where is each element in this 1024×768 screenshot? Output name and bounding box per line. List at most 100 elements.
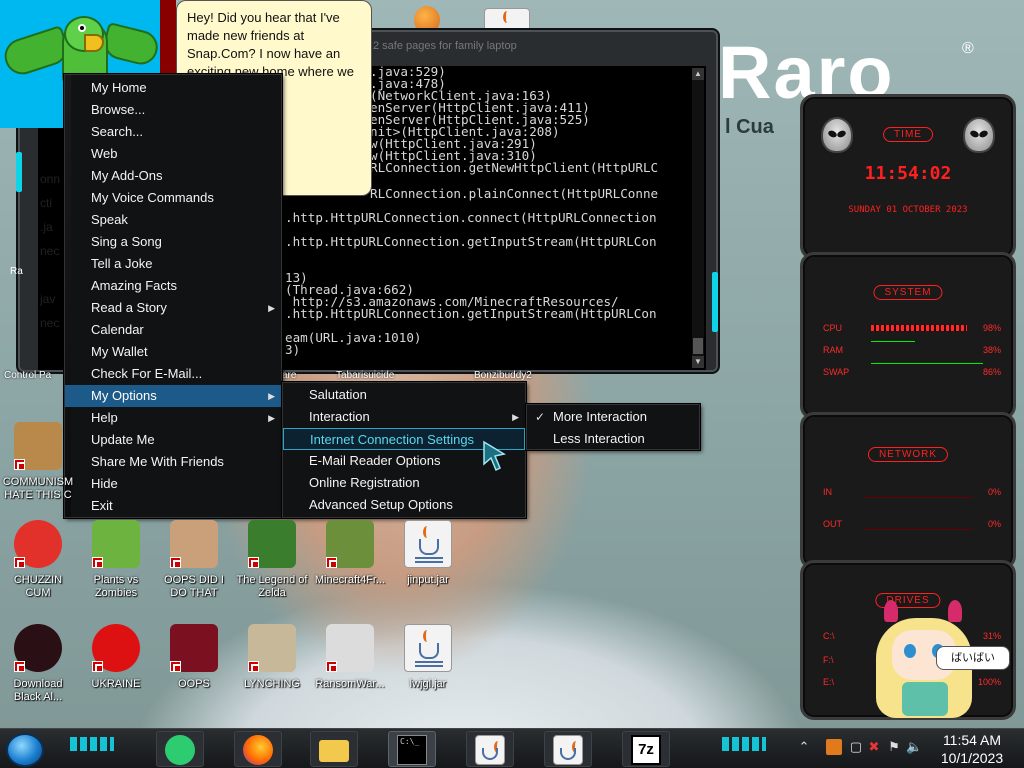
- desktop-icon[interactable]: RansomWar...: [312, 624, 388, 691]
- tray-app-icon[interactable]: ▢: [848, 739, 864, 755]
- desktop-icon[interactable]: Plants vs Zombies: [78, 520, 154, 600]
- menu-item-search[interactable]: Search...: [65, 121, 281, 143]
- menu-item-interaction[interactable]: Interaction ▶: [283, 406, 525, 428]
- show-hidden-icons-icon[interactable]: ⌃: [796, 739, 812, 755]
- desktop-icon-label: OOPS DID I DO THAT: [164, 574, 224, 599]
- green-app-icon[interactable]: [156, 731, 204, 767]
- bonzibuddy-label[interactable]: Bonzibuddy2: [474, 370, 532, 381]
- cpu-bar: [871, 325, 967, 331]
- net-out-value: 0%: [987, 519, 1001, 529]
- menu-item-label: Less Interaction: [553, 431, 645, 446]
- tabarisuicide-label[interactable]: Tabarisuicide: [336, 370, 394, 381]
- minecraft-icon: [326, 520, 374, 568]
- network-error-icon[interactable]: ✖: [866, 739, 882, 755]
- java-icon[interactable]: [544, 731, 592, 767]
- menu-item-label: Hide: [91, 476, 118, 491]
- submenu-arrow-icon: ▶: [268, 391, 275, 401]
- console-scrollbar[interactable]: ▲ ▼: [692, 68, 704, 368]
- menu-item-hide[interactable]: Hide: [65, 473, 281, 495]
- bg-fragment: cti: [40, 196, 52, 210]
- console-line: .http.HttpURLConnection.getInputStream(H…: [285, 306, 657, 321]
- desktop-icon[interactable]: jinput.jar: [390, 520, 466, 587]
- shortcut-arrow-icon: [248, 557, 259, 568]
- network-gadget[interactable]: NETWORK IN 0% OUT 0%: [800, 412, 1016, 570]
- system-gadget[interactable]: SYSTEM CPU 98% RAM 38% SWAP 86%: [800, 252, 1016, 420]
- menu-item-my-home[interactable]: My Home: [65, 77, 281, 99]
- drive-c-label: C:\: [823, 631, 835, 641]
- menu-item-share-me-with-friends[interactable]: Share Me With Friends: [65, 451, 281, 473]
- shortcut-arrow-icon: [14, 557, 25, 568]
- scroll-down-arrow-icon[interactable]: ▼: [692, 356, 704, 368]
- agent-context-menu[interactable]: My Home Browse... Search... Web My Add-Ons My…: [64, 74, 282, 518]
- file-explorer-icon[interactable]: [310, 731, 358, 767]
- desktop-icon[interactable]: Minecraft4Fr...: [312, 520, 388, 587]
- control-panel-label[interactable]: Control Pa: [4, 370, 51, 381]
- rope-icon: [248, 624, 296, 672]
- gadget-title: SYSTEM: [873, 285, 943, 300]
- desktop-icon[interactable]: OOPS DID I DO THAT: [156, 520, 232, 600]
- desktop-icon[interactable]: Download Black Al...: [0, 624, 76, 704]
- menu-item-more-interaction[interactable]: ✓ More Interaction: [527, 406, 699, 428]
- bg-fragment: nec: [40, 316, 60, 330]
- desktop-icon-label: Download Black Al...: [13, 678, 63, 703]
- menu-item-exit[interactable]: Exit: [65, 495, 281, 517]
- menu-item-label: My Options: [91, 388, 157, 403]
- menu-item-my-voice-commands[interactable]: My Voice Commands: [65, 187, 281, 209]
- net-out-label: OUT: [823, 519, 842, 529]
- shortcut-arrow-icon: [326, 661, 337, 672]
- taskbar-clock[interactable]: 11:54 AM 10/1/2023: [930, 729, 1014, 768]
- menu-item-browse[interactable]: Browse...: [65, 99, 281, 121]
- desktop-icon[interactable]: COMMUNISM HATE THIS C: [0, 422, 76, 502]
- menu-item-tell-a-joke[interactable]: Tell a Joke: [65, 253, 281, 275]
- menu-item-salutation[interactable]: Salutation: [283, 384, 525, 406]
- menu-item-label: Web: [91, 146, 118, 161]
- menu-item-sing-a-song[interactable]: Sing a Song: [65, 231, 281, 253]
- menu-item-advanced-setup-options[interactable]: Advanced Setup Options: [283, 494, 525, 516]
- menu-item-my-options[interactable]: My Options ▶: [65, 385, 281, 407]
- menu-item-less-interaction[interactable]: Less Interaction: [527, 428, 699, 450]
- oops-icon: [170, 624, 218, 672]
- desktop-icon-label: LYNCHING: [243, 678, 301, 690]
- ram-label: RAM: [823, 345, 843, 355]
- firefox-icon[interactable]: [234, 731, 282, 767]
- ram-graph: [871, 341, 915, 342]
- 7zip-icon[interactable]: 7z: [622, 731, 670, 767]
- clock-time: 11:54 AM: [942, 732, 1002, 748]
- desktop-icon[interactable]: UKRAINE: [78, 624, 154, 691]
- tray-app-icon[interactable]: [826, 739, 842, 755]
- zelda-icon: [248, 520, 296, 568]
- menu-item-calendar[interactable]: Calendar: [65, 319, 281, 341]
- java-icon[interactable]: [466, 731, 514, 767]
- menu-item-update-me[interactable]: Update Me: [65, 429, 281, 451]
- volume-icon[interactable]: 🔈: [906, 739, 922, 755]
- menu-item-speak[interactable]: Speak: [65, 209, 281, 231]
- menu-item-my-add-ons[interactable]: My Add-Ons: [65, 165, 281, 187]
- interaction-submenu[interactable]: ✓ More Interaction Less Interaction: [526, 404, 700, 450]
- taskbar[interactable]: C:\_ 7z ⌃ ▢ ✖ ⚑ 🔈 11:54 AM 10/1/2023: [0, 728, 1024, 768]
- menu-item-web[interactable]: Web: [65, 143, 281, 165]
- console-line: .http.HttpURLConnection.getInputStream(H…: [285, 234, 657, 249]
- desktop-icon-label: The Legend of Zelda: [236, 574, 308, 599]
- desktop-icon[interactable]: CHUZZIN CUM: [0, 520, 76, 600]
- desktop-icon-label: COMMUNISM HATE THIS C: [2, 476, 74, 501]
- time-gadget[interactable]: TIME 11:54:02 SUNDAY 01 OCTOBER 2023: [800, 94, 1016, 260]
- menu-item-my-wallet[interactable]: My Wallet: [65, 341, 281, 363]
- desktop-icon[interactable]: LYNCHING: [234, 624, 310, 691]
- flag-icon[interactable]: ⚑: [886, 739, 902, 755]
- menu-item-read-a-story[interactable]: Read a Story ▶: [65, 297, 281, 319]
- menu-item-online-registration[interactable]: Online Registration: [283, 472, 525, 494]
- start-button[interactable]: [6, 733, 44, 767]
- menu-item-check-for-e-mail[interactable]: Check For E-Mail...: [65, 363, 281, 385]
- desktop-icon[interactable]: OOPS: [156, 624, 232, 691]
- console-line: 3): [285, 342, 301, 357]
- command-prompt-icon[interactable]: C:\_: [388, 731, 436, 767]
- menu-item-help[interactable]: Help ▶: [65, 407, 281, 429]
- desktop-icon[interactable]: The Legend of Zelda: [234, 520, 310, 600]
- scroll-up-arrow-icon[interactable]: ▲: [692, 68, 704, 80]
- menu-item-label: Salutation: [309, 387, 367, 402]
- menu-item-label: My Wallet: [91, 344, 148, 359]
- scroll-thumb[interactable]: [693, 338, 703, 354]
- menu-item-amazing-facts[interactable]: Amazing Facts: [65, 275, 281, 297]
- desktop-icon[interactable]: lwjgl.jar: [390, 624, 466, 691]
- menu-item-label: Amazing Facts: [91, 278, 177, 293]
